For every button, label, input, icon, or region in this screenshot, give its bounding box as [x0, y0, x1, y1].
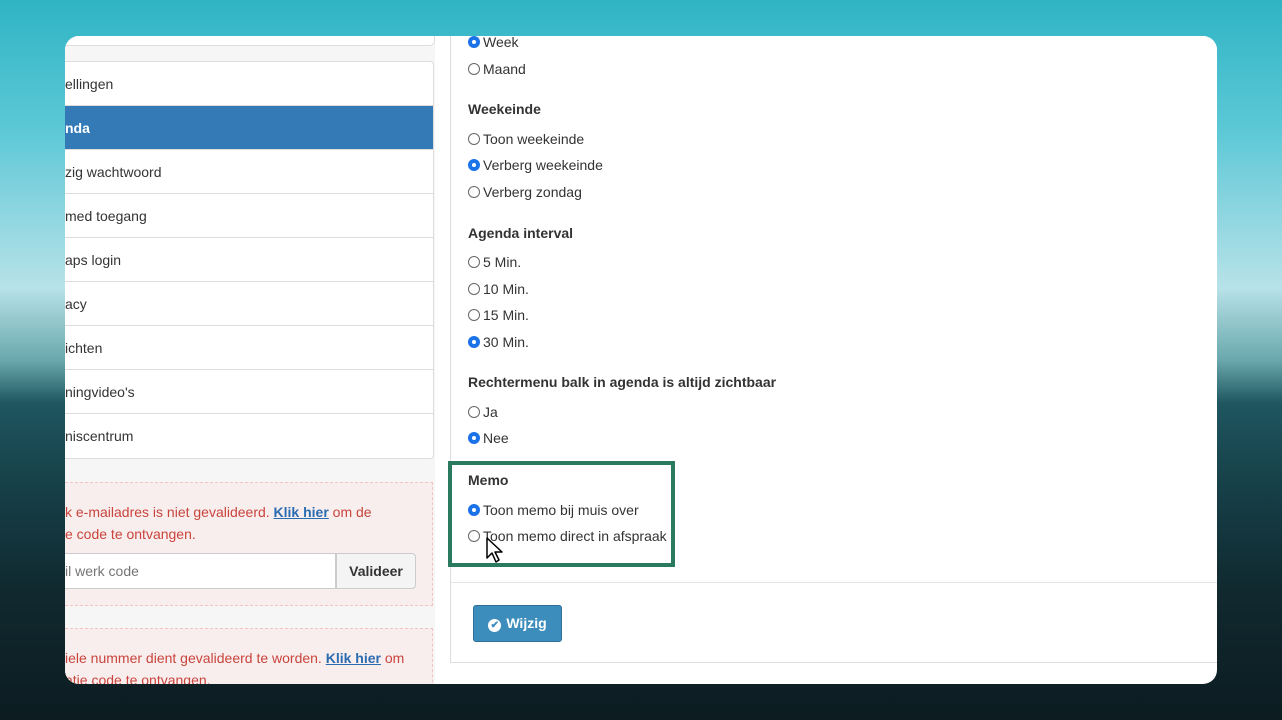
wijzig-button[interactable]: ✔ Wijzig: [473, 605, 562, 642]
radio-circle: [468, 432, 480, 444]
email-alert-text-after: om de: [328, 504, 372, 520]
email-validation-alert: k e-mailadres is niet gevalideerd. Klik …: [65, 482, 433, 606]
radio-label: Verberg zondag: [483, 184, 582, 200]
radio-interval-5[interactable]: 5 Min.: [468, 253, 521, 271]
radio-hide-weekend[interactable]: Verberg weekeinde: [468, 156, 603, 174]
radio-label: Toon weekeinde: [483, 131, 585, 147]
radio-interval-30[interactable]: 30 Min.: [468, 333, 529, 351]
check-circle-icon: ✔: [488, 619, 502, 632]
interval-title: Agenda interval: [468, 225, 574, 241]
memo-highlight-box: [448, 461, 675, 567]
left-top-box: [65, 36, 435, 46]
radio-right-menu-no[interactable]: Nee: [468, 429, 509, 447]
radio-circle: [468, 186, 480, 198]
radio-circle: [468, 256, 480, 268]
radio-label: Verberg weekeinde: [483, 157, 603, 173]
radio-circle: [468, 63, 480, 75]
radio-right-menu-yes[interactable]: Ja: [468, 403, 498, 421]
menu-item-messages[interactable]: ichten: [65, 326, 433, 370]
radio-circle: [468, 336, 480, 348]
radio-circle: [468, 283, 480, 295]
radio-circle: [468, 36, 480, 48]
code-row: Valideer: [65, 553, 417, 589]
agenda-settings-panel: Week Maand Weekeinde Toon weekeinde Verb…: [450, 36, 1217, 663]
phone-alert-link[interactable]: Klik hier: [326, 650, 381, 666]
radio-hide-sunday[interactable]: Verberg zondag: [468, 183, 582, 201]
app-window: ellingen nda zig wachtwoord med toegang …: [65, 36, 1217, 684]
menu-item-apps-login[interactable]: aps login: [65, 238, 433, 282]
weekend-title: Weekeinde: [468, 101, 541, 117]
form-divider: [451, 582, 1217, 583]
menu-item-change-password[interactable]: zig wachtwoord: [65, 150, 433, 194]
radio-label: Week: [483, 36, 519, 50]
radio-circle: [468, 309, 480, 321]
mouse-cursor-icon: [486, 537, 503, 563]
menu-item-settings[interactable]: ellingen: [65, 62, 433, 106]
menu-item-privacy[interactable]: acy: [65, 282, 433, 326]
phone-alert-line2: atie code te ontvangen.: [65, 672, 211, 684]
radio-label: Maand: [483, 61, 526, 77]
phone-alert-text: iele nummer dient gevalideerd te worden.: [65, 650, 326, 666]
email-alert-line1: k e-mailadres is niet gevalideerd. Klik …: [65, 501, 432, 523]
phone-alert-text-after: om: [380, 650, 405, 666]
radio-label: 5 Min.: [483, 254, 522, 270]
left-panel: ellingen nda zig wachtwoord med toegang …: [65, 36, 435, 684]
phone-validation-alert: iele nummer dient gevalideerd te worden.…: [65, 628, 433, 684]
radio-week[interactable]: Week: [468, 36, 519, 51]
radio-label: Nee: [483, 430, 509, 446]
menu-item-service-center[interactable]: niscentrum: [65, 414, 433, 458]
radio-circle: [468, 133, 480, 145]
menu-item-shared-access[interactable]: med toegang: [65, 194, 433, 238]
radio-label: Ja: [483, 404, 498, 420]
menu-item-agenda[interactable]: nda: [65, 106, 433, 150]
radio-show-weekend[interactable]: Toon weekeinde: [468, 130, 584, 148]
menu-item-training-videos[interactable]: ningvideo's: [65, 370, 433, 414]
radio-interval-10[interactable]: 10 Min.: [468, 280, 529, 298]
radio-month[interactable]: Maand: [468, 60, 526, 78]
email-alert-link[interactable]: Klik hier: [274, 504, 329, 520]
email-alert-text: k e-mailadres is niet gevalideerd.: [65, 504, 274, 520]
email-alert-line2: e code te ontvangen.: [65, 526, 196, 542]
phone-alert-line1: iele nummer dient gevalideerd te worden.…: [65, 647, 432, 669]
work-code-input[interactable]: [65, 553, 336, 589]
right-menu-title: Rechtermenu balk in agenda is altijd zic…: [468, 374, 777, 390]
validate-button[interactable]: Valideer: [336, 553, 416, 589]
radio-label: 30 Min.: [483, 334, 529, 350]
radio-label: 15 Min.: [483, 307, 529, 323]
radio-label: 10 Min.: [483, 281, 529, 297]
radio-circle: [468, 159, 480, 171]
wijzig-button-label: Wijzig: [506, 615, 547, 631]
radio-circle: [468, 406, 480, 418]
radio-interval-15[interactable]: 15 Min.: [468, 306, 529, 324]
settings-menu: ellingen nda zig wachtwoord med toegang …: [65, 61, 434, 459]
